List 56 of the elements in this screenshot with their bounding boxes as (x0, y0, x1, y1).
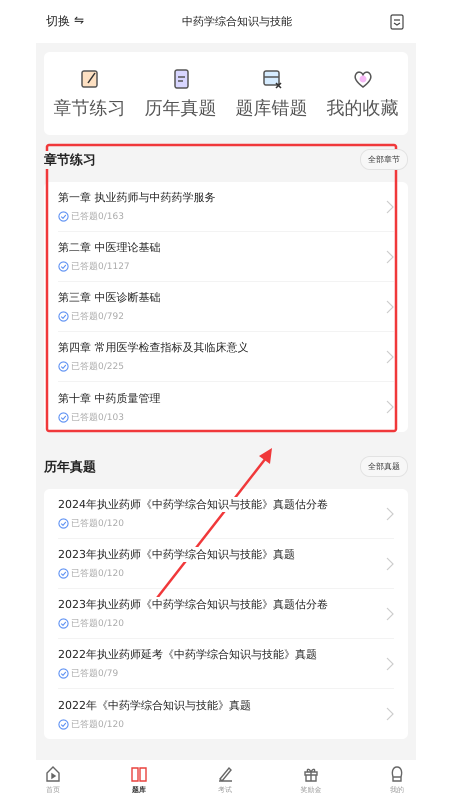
chevron-right-icon (386, 250, 394, 264)
chevron-right-icon (386, 606, 394, 620)
tray-cross-icon (260, 68, 282, 90)
home-icon (44, 765, 62, 783)
progress-text: 已答题0/120 (71, 568, 124, 580)
shortcut-label[interactable]: 章节练习 (54, 96, 126, 120)
check-circle-icon (58, 568, 69, 579)
check-circle-icon (58, 311, 69, 322)
section-title: 章节练习 (44, 150, 96, 168)
progress-text: 已答题0/120 (71, 718, 124, 730)
progress-text: 已答题0/1127 (71, 260, 130, 273)
check-circle-icon (58, 412, 69, 422)
progress-text: 已答题0/792 (71, 310, 124, 323)
progress-text: 已答题0/163 (71, 210, 124, 223)
chevron-right-icon (386, 200, 394, 214)
chevron-right-icon (386, 707, 394, 721)
view-all-button[interactable]: 全部章节 (360, 149, 408, 170)
check-circle-icon (58, 718, 69, 730)
view-all-button[interactable]: 全部真题 (360, 456, 408, 477)
item-title[interactable]: 2023年执业药师《中药学综合知识与技能》真题 (58, 547, 295, 562)
check-circle-icon (58, 518, 69, 529)
item-title[interactable]: 第一章 执业药师与中药药学服务 (58, 190, 216, 205)
item-title[interactable]: 2022年《中药学综合知识与技能》真题 (58, 698, 251, 712)
progress-text: 已答题0/225 (71, 360, 124, 373)
edit-icon (78, 68, 100, 90)
item-title[interactable]: 2022年执业药师延考《中药学综合知识与技能》真题 (58, 647, 317, 662)
progress-text: 已答题0/120 (71, 618, 124, 630)
progress-text: 已答题0/103 (71, 412, 124, 424)
item-title[interactable]: 第十章 中药质量管理 (58, 390, 160, 406)
shortcut-label[interactable]: 历年真题 (144, 96, 216, 120)
item-title[interactable]: 2024年执业药师《中药学综合知识与技能》真题估分卷 (58, 497, 328, 512)
shortcut-label[interactable]: 我的收藏 (326, 96, 398, 120)
check-circle-icon (58, 211, 69, 222)
chevron-right-icon (386, 400, 394, 414)
book-icon (130, 765, 148, 783)
item-title[interactable]: 第二章 中医理论基础 (58, 240, 160, 255)
chevron-right-icon (386, 656, 394, 670)
switch-button[interactable]: 切换 ⇋ (46, 13, 84, 30)
chevron-right-icon (386, 556, 394, 570)
section-title: 历年真题 (44, 458, 96, 476)
pencil-icon (216, 765, 234, 783)
check-circle-icon (58, 668, 69, 679)
chevron-right-icon (386, 300, 394, 314)
document-icon[interactable] (390, 14, 404, 30)
chevron-right-icon (386, 350, 394, 364)
page-title: 中药学综合知识与技能 (182, 14, 292, 29)
item-title[interactable]: 第三章 中医诊断基础 (58, 290, 160, 305)
progress-text: 已答题0/120 (71, 518, 124, 530)
item-title[interactable]: 第四章 常用医学检查指标及其临床意义 (58, 340, 248, 355)
check-circle-icon (58, 361, 69, 372)
check-circle-icon (58, 618, 69, 629)
progress-text: 已答题0/79 (71, 668, 118, 680)
shortcut-label[interactable]: 题库错题 (236, 96, 308, 120)
chevron-right-icon (386, 506, 394, 520)
check-circle-icon (58, 261, 69, 272)
item-title[interactable]: 2023年执业药师《中药学综合知识与技能》真题估分卷 (58, 597, 328, 612)
